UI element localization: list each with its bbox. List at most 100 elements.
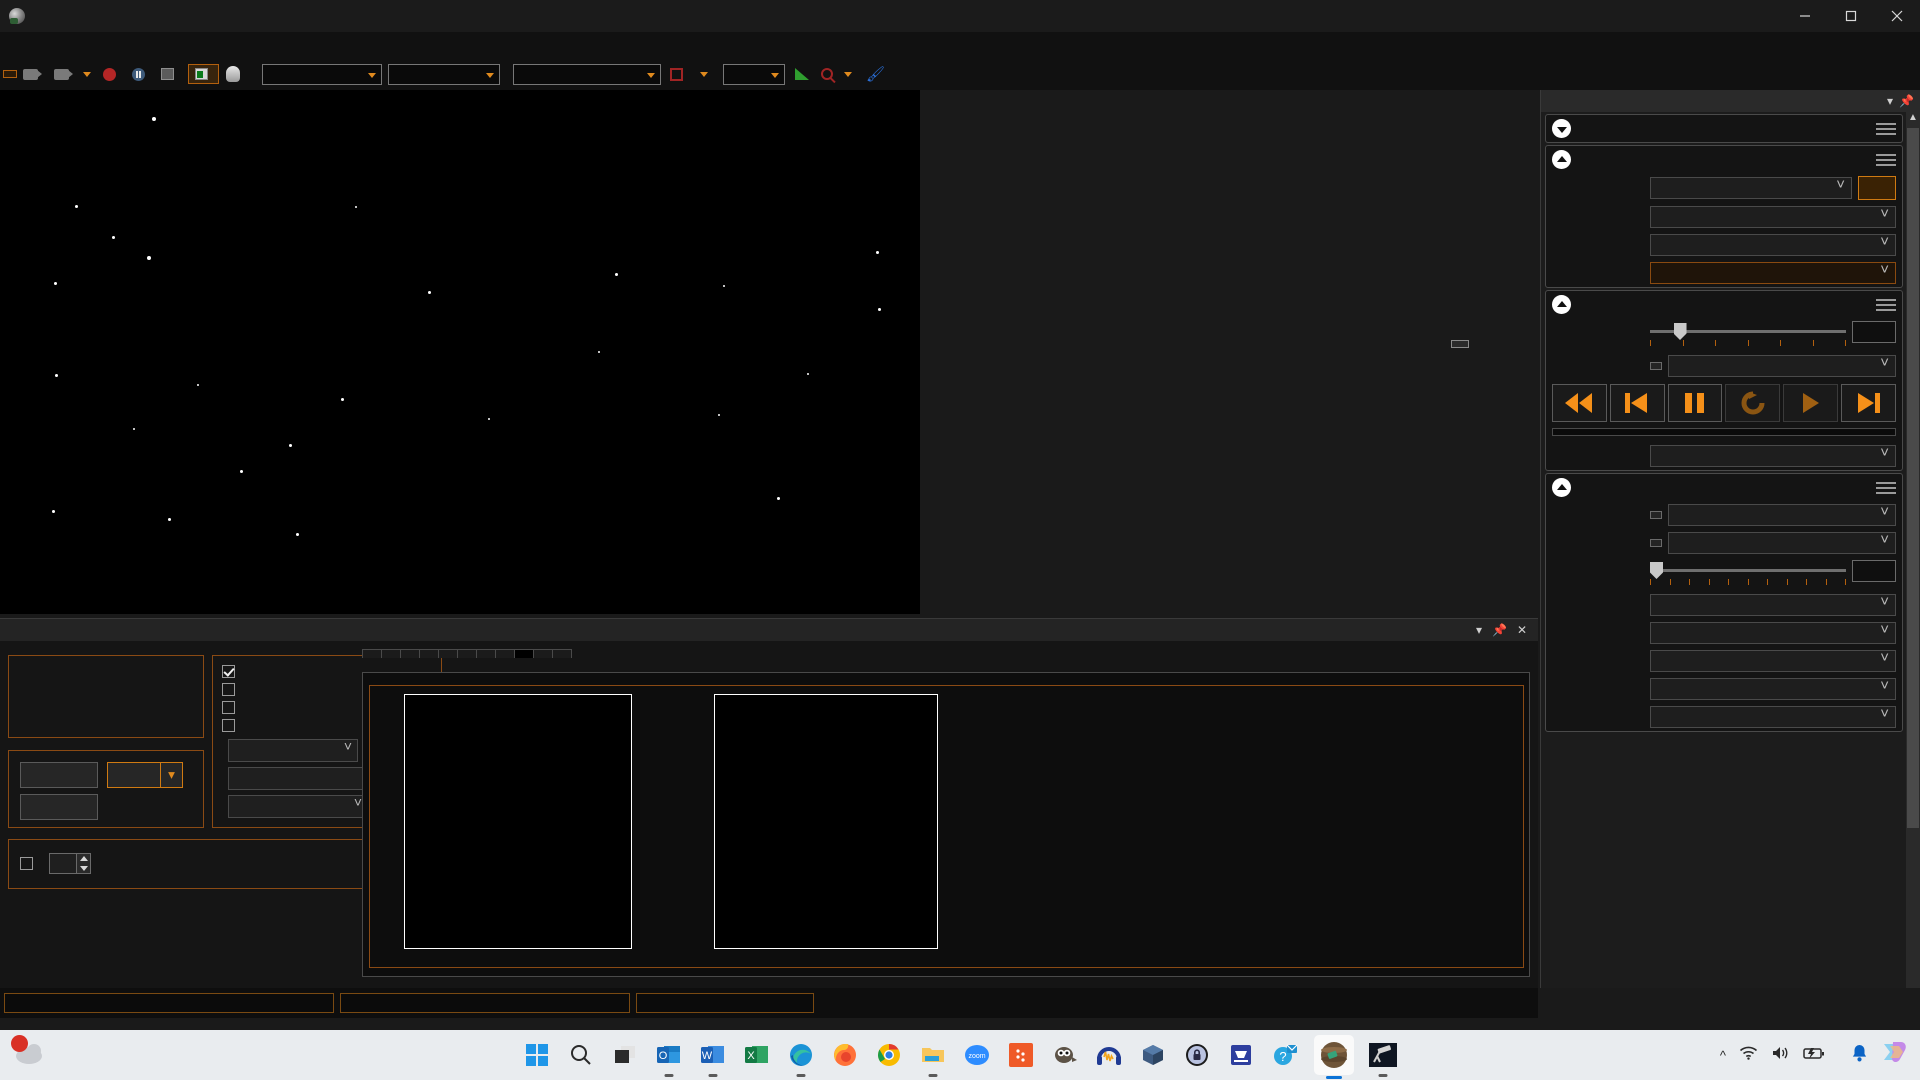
tab-guiding[interactable] xyxy=(457,649,477,658)
pause-button[interactable] xyxy=(20,794,98,820)
tab-alignment[interactable] xyxy=(400,649,420,658)
3d-viewer-icon[interactable] xyxy=(1138,1040,1168,1070)
save-and-reset-checkbox[interactable] xyxy=(20,857,33,870)
sharpcap-icon[interactable] xyxy=(1314,1035,1354,1079)
maximize-icon[interactable] xyxy=(1828,0,1874,32)
wifi-icon[interactable] xyxy=(1739,1045,1758,1066)
background-subtraction-select[interactable] xyxy=(1650,622,1896,644)
tab-enhancement[interactable] xyxy=(438,649,458,658)
stacking-select[interactable] xyxy=(228,794,368,818)
task-view-icon[interactable] xyxy=(610,1040,640,1070)
rotation-history-chart[interactable] xyxy=(714,694,938,949)
telescope-app-icon[interactable] xyxy=(1368,1040,1398,1077)
tab-filter-fwhm[interactable] xyxy=(476,649,496,658)
windows-start-icon[interactable] xyxy=(522,1040,552,1070)
target-name-input[interactable] xyxy=(262,63,382,85)
menu-icon[interactable] xyxy=(1876,120,1896,138)
brightness-filter-checkbox[interactable] xyxy=(222,701,235,714)
banding-suppression-slider[interactable] xyxy=(1650,560,1846,585)
skip-back-icon[interactable] xyxy=(1609,384,1665,422)
volume-icon[interactable] xyxy=(1771,1045,1790,1066)
zoom-select[interactable] xyxy=(723,63,785,85)
menu-item-tools[interactable] xyxy=(96,43,118,47)
camera-preview-image[interactable] xyxy=(0,90,920,614)
chevron-up-icon[interactable] xyxy=(1552,478,1571,497)
subtract-dark-select[interactable] xyxy=(1668,504,1896,526)
save-button[interactable] xyxy=(107,762,161,788)
tab-status[interactable] xyxy=(362,649,382,658)
scanner-icon[interactable] xyxy=(1226,1040,1256,1070)
brush-icon[interactable]: 🖌 xyxy=(866,65,885,83)
skip-forward-icon[interactable] xyxy=(1841,384,1896,422)
firefox-icon[interactable] xyxy=(830,1040,860,1070)
save-dropdown-button[interactable]: ▾ xyxy=(161,762,183,788)
zoom-icon[interactable]: zoom xyxy=(962,1040,992,1070)
minimize-icon[interactable] xyxy=(1782,0,1828,32)
word-icon[interactable]: W xyxy=(698,1040,728,1077)
source-folder-browse-button[interactable] xyxy=(1650,362,1662,370)
menu-item-cameras[interactable] xyxy=(30,43,52,47)
debayer-preview-select[interactable] xyxy=(1650,262,1896,284)
outlook-icon[interactable]: O xyxy=(654,1040,684,1077)
frame-rate-limit-select[interactable] xyxy=(1650,445,1896,467)
clear-button[interactable] xyxy=(20,762,98,788)
menu-item-help[interactable] xyxy=(162,43,184,47)
frame-type-select[interactable] xyxy=(388,63,500,85)
gimp-icon[interactable] xyxy=(1050,1040,1080,1070)
minutes-stepper[interactable] xyxy=(77,853,91,874)
raw-frames-select[interactable] xyxy=(228,738,358,762)
apply-flat-browse-button[interactable] xyxy=(1650,539,1662,547)
subtract-dark-browse-button[interactable] xyxy=(1650,511,1662,519)
rewind-icon[interactable] xyxy=(1552,384,1607,422)
planet-disk-stabilization-select[interactable] xyxy=(1650,594,1896,616)
mask-over-exposed-select[interactable] xyxy=(1650,706,1896,728)
pause-button[interactable] xyxy=(126,65,155,84)
minutes-input[interactable] xyxy=(49,853,77,874)
capture-format-header[interactable] xyxy=(1546,146,1902,173)
camera-controls-section-header[interactable] xyxy=(1546,291,1902,318)
selection-rect-icon[interactable] xyxy=(670,67,683,81)
refresh-icon[interactable] xyxy=(1725,384,1781,422)
excel-icon[interactable]: X xyxy=(742,1040,772,1070)
live-stack-button[interactable] xyxy=(188,64,219,84)
slider-thumb[interactable] xyxy=(1673,323,1687,340)
camera-controls-scroll[interactable] xyxy=(1541,112,1907,988)
panel-scrollbar[interactable]: ▲ xyxy=(1906,112,1920,988)
menu-item-capture[interactable] xyxy=(52,43,74,47)
preprocessing-header[interactable] xyxy=(1546,474,1902,501)
stop-capture-button[interactable] xyxy=(97,65,126,84)
pause-icon[interactable] xyxy=(1667,384,1723,422)
flip-select[interactable] xyxy=(1650,678,1896,700)
chevron-up-icon[interactable] xyxy=(1552,150,1571,169)
n-ina-icon[interactable] xyxy=(1006,1040,1036,1070)
tab-settings[interactable] xyxy=(552,649,572,658)
live-view-button[interactable] xyxy=(3,70,17,78)
edge-icon[interactable] xyxy=(786,1040,816,1077)
audacity-icon[interactable] xyxy=(1094,1040,1124,1070)
quick-capture-button[interactable] xyxy=(48,66,97,83)
tab-stacking[interactable] xyxy=(419,649,439,658)
close-icon[interactable] xyxy=(1874,0,1920,32)
align-frames-checkbox[interactable] xyxy=(222,665,235,678)
bell-icon[interactable] xyxy=(1851,1044,1868,1067)
taskbar-badge-wrap[interactable] xyxy=(11,1035,48,1072)
fx-select[interactable] xyxy=(513,63,661,85)
keepass-icon[interactable] xyxy=(1182,1040,1212,1070)
chevron-down-icon[interactable] xyxy=(700,71,708,77)
magnifier-icon[interactable] xyxy=(821,68,833,80)
start-capture-button[interactable] xyxy=(17,66,48,83)
tab-filter-brightness[interactable] xyxy=(495,649,515,658)
battery-icon[interactable] xyxy=(1803,1046,1825,1065)
apply-flat-select[interactable] xyxy=(1668,532,1896,554)
capture-profiles-header[interactable] xyxy=(1546,115,1902,142)
colour-space-select[interactable] xyxy=(1650,234,1896,256)
menu-icon[interactable] xyxy=(1876,151,1896,169)
pin-icon[interactable]: 📌 xyxy=(1899,94,1914,108)
file-explorer-icon[interactable] xyxy=(918,1040,948,1077)
auto-button[interactable] xyxy=(1858,176,1896,200)
help-icon[interactable]: ? xyxy=(1270,1040,1300,1070)
snapshot-button[interactable] xyxy=(155,65,184,83)
ghost-frame-icon[interactable] xyxy=(226,66,240,82)
remove-satellite-trails-select[interactable] xyxy=(1650,650,1896,672)
source-folder-select[interactable] xyxy=(1668,355,1896,377)
